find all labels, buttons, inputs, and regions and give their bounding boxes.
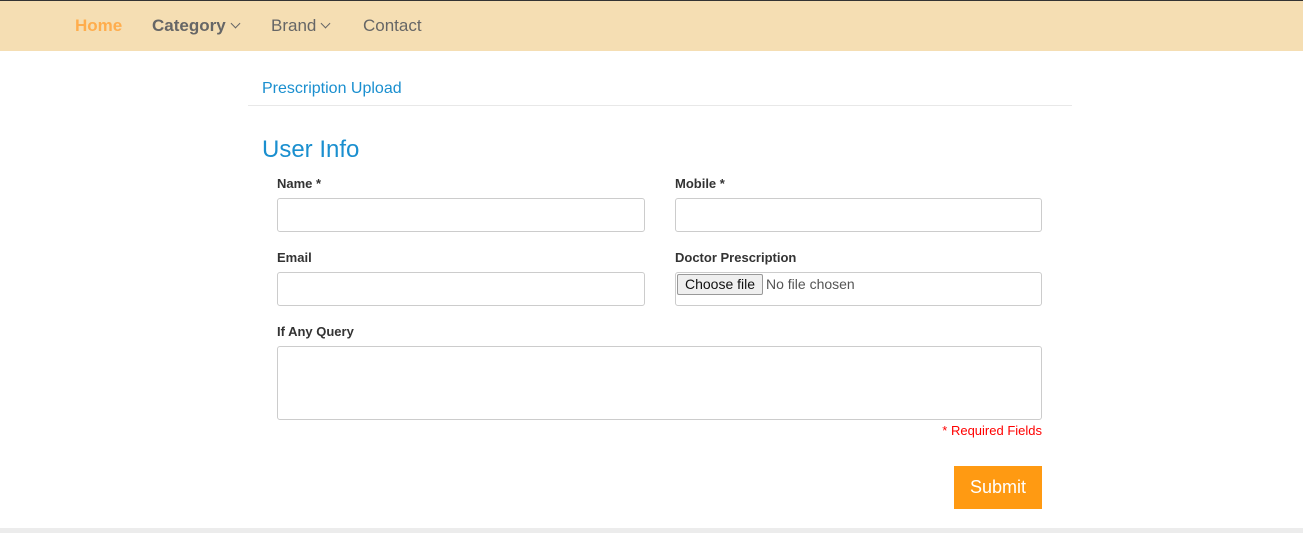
file-status: No file chosen (766, 276, 855, 292)
nav-contact[interactable]: Contact (363, 16, 422, 36)
mobile-label: Mobile * (675, 176, 725, 191)
prescription-label: Doctor Prescription (675, 250, 797, 265)
email-input[interactable] (277, 272, 645, 306)
email-label: Email (277, 250, 312, 265)
name-input[interactable] (277, 198, 645, 232)
divider (248, 105, 1072, 106)
query-textarea[interactable] (277, 346, 1042, 420)
mobile-input[interactable] (675, 198, 1042, 232)
prescription-file-input[interactable]: Choose file No file chosen (675, 272, 1042, 306)
name-label: Name * (277, 176, 322, 191)
page-title: User Info (262, 136, 360, 163)
breadcrumb[interactable]: Prescription Upload (262, 80, 402, 98)
submit-button[interactable]: Submit (954, 466, 1042, 509)
choose-file-button[interactable]: Choose file (677, 274, 764, 295)
query-label: If Any Query (277, 324, 354, 339)
footer-bar (0, 528, 1303, 533)
chevron-down-icon (230, 18, 241, 29)
required-note: * Required Fields (942, 423, 1042, 438)
nav-category-label: Category (152, 16, 226, 35)
chevron-down-icon (320, 18, 331, 29)
nav-brand-label: Brand (271, 16, 317, 35)
nav-category[interactable]: Category (152, 16, 241, 36)
nav-brand[interactable]: Brand (271, 16, 331, 36)
nav-home[interactable]: Home (75, 16, 122, 36)
top-nav: Home Category Brand Contact (0, 0, 1303, 51)
